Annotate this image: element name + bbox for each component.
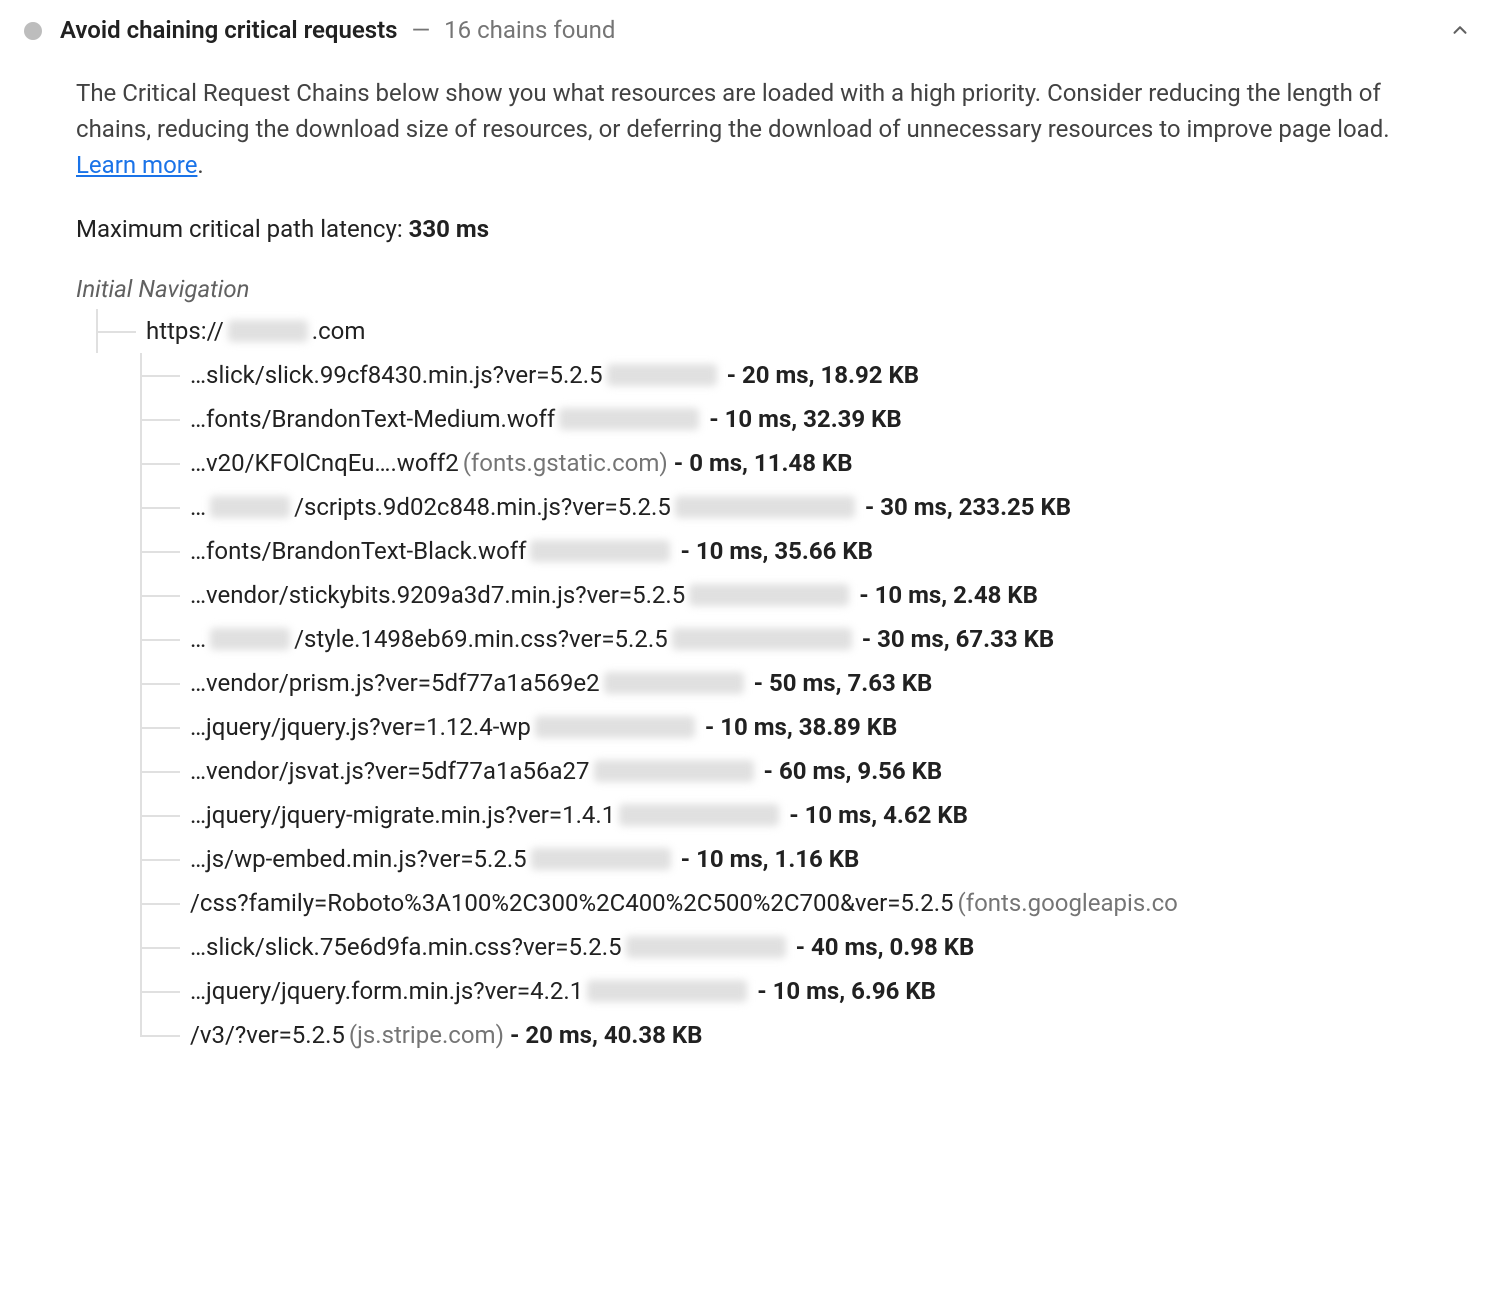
chain-row: …vendor/prism.js?ver=5df77a1a569e2xxxxxx… <box>128 661 1462 705</box>
audit-description: The Critical Request Chains below show y… <box>76 75 1436 183</box>
redacted-path-segment: xxxx <box>210 628 290 650</box>
request-metrics: - 20 ms, 18.92 KB <box>727 357 920 393</box>
max-latency-label: Maximum critical path latency: <box>76 215 409 243</box>
chain-children: …slick/slick.99cf8430.min.js?ver=5.2.5xx… <box>128 353 1462 1057</box>
chain-row: …v20/KFOlCnqEu….woff2 (fonts.gstatic.com… <box>128 441 1462 485</box>
audit-description-period: . <box>197 151 203 179</box>
chain-row: …slick/slick.99cf8430.min.js?ver=5.2.5xx… <box>128 353 1462 397</box>
request-path: …jquery/jquery-migrate.min.js?ver=1.4.1 <box>190 797 615 833</box>
request-path: …jquery/jquery.js?ver=1.12.4-wp <box>190 709 531 745</box>
chain-row: …xxxx/scripts.9d02c848.min.js?ver=5.2.5x… <box>128 485 1462 529</box>
request-path: …jquery/jquery.form.min.js?ver=4.2.1 <box>190 973 583 1009</box>
request-path: … <box>190 621 206 657</box>
request-path: …vendor/prism.js?ver=5df77a1a569e2 <box>190 665 600 701</box>
chevron-up-icon[interactable] <box>1448 18 1472 42</box>
redacted-host: xxxxxxxx <box>607 364 717 386</box>
request-metrics: - 10 ms, 2.48 KB <box>859 577 1038 613</box>
request-host: (fonts.gstatic.com) <box>463 445 668 481</box>
request-metrics: - 50 ms, 7.63 KB <box>754 665 933 701</box>
learn-more-link[interactable]: Learn more <box>76 151 197 179</box>
request-metrics: - 10 ms, 38.89 KB <box>705 709 898 745</box>
root-url-row: https://xxxx.com <box>84 309 1462 353</box>
redacted-host: xxxxxxxx <box>672 628 852 650</box>
redacted-host: xxxxxxxx <box>535 716 695 738</box>
request-path: /scripts.9d02c848.min.js?ver=5.2.5 <box>294 489 671 525</box>
chain-row: /css?family=Roboto%3A100%2C300%2C400%2C5… <box>128 881 1462 925</box>
audit-header[interactable]: Avoid chaining critical requests — 16 ch… <box>0 0 1496 57</box>
redacted-host: xxxxxxxx <box>559 408 699 430</box>
chain-row: …vendor/stickybits.9209a3d7.min.js?ver=5… <box>128 573 1462 617</box>
chain-row: …jquery/jquery-migrate.min.js?ver=1.4.1x… <box>128 793 1462 837</box>
audit-description-text: The Critical Request Chains below show y… <box>76 79 1390 143</box>
chain-row: …fonts/BrandonText-Black.woffxxxxxxxx - … <box>128 529 1462 573</box>
request-metrics: - 10 ms, 35.66 KB <box>680 533 873 569</box>
redacted-host: xxxxxxxx <box>594 760 754 782</box>
redacted-host: xxxxxxxx <box>604 672 744 694</box>
audit-title: Avoid chaining critical requests <box>60 16 398 44</box>
request-chain-tree: https://xxxx.com …slick/slick.99cf8430.m… <box>84 309 1462 1057</box>
request-metrics: - 0 ms, 11.48 KB <box>674 445 853 481</box>
chain-row: /v3/?ver=5.2.5 (js.stripe.com) - 20 ms, … <box>128 1013 1462 1057</box>
status-bullet-icon <box>24 22 42 40</box>
request-path: …fonts/BrandonText-Black.woff <box>190 533 526 569</box>
request-metrics: - 20 ms, 40.38 KB <box>510 1017 703 1053</box>
redacted-host: xxxxxxxx <box>689 584 849 606</box>
request-path: /css?family=Roboto%3A100%2C300%2C400%2C5… <box>190 885 954 921</box>
request-metrics: - 40 ms, 0.98 KB <box>796 929 975 965</box>
audit-separator: — <box>411 16 430 44</box>
redacted-host: xxxxxxxx <box>626 936 786 958</box>
request-host: (fonts.googleapis.co <box>958 885 1178 921</box>
request-metrics: - 10 ms, 1.16 KB <box>681 841 860 877</box>
chain-row: …jquery/jquery.form.min.js?ver=4.2.1xxxx… <box>128 969 1462 1013</box>
max-latency-value: 330 ms <box>409 215 489 243</box>
request-metrics: - 10 ms, 4.62 KB <box>789 797 968 833</box>
redacted-host: xxxxxxxx <box>531 848 671 870</box>
redacted-host: xxxxxxxx <box>619 804 779 826</box>
request-metrics: - 10 ms, 32.39 KB <box>709 401 902 437</box>
max-latency: Maximum critical path latency: 330 ms <box>76 211 1462 247</box>
chain-row: …jquery/jquery.js?ver=1.12.4-wpxxxxxxxx … <box>128 705 1462 749</box>
request-path: …js/wp-embed.min.js?ver=5.2.5 <box>190 841 527 877</box>
redacted-path-segment: xxxx <box>210 496 290 518</box>
chain-row: …slick/slick.75e6d9fa.min.css?ver=5.2.5x… <box>128 925 1462 969</box>
chain-row: …fonts/BrandonText-Medium.woffxxxxxxxx -… <box>128 397 1462 441</box>
request-metrics: - 30 ms, 67.33 KB <box>862 621 1055 657</box>
redacted-host: xxxxxxxx <box>530 540 670 562</box>
request-path: …slick/slick.99cf8430.min.js?ver=5.2.5 <box>190 357 603 393</box>
request-metrics: - 10 ms, 6.96 KB <box>757 973 936 1009</box>
request-path: /v3/?ver=5.2.5 <box>190 1017 345 1053</box>
request-path: …vendor/jsvat.js?ver=5df77a1a56a27 <box>190 753 590 789</box>
chain-row: …xxxx/style.1498eb69.min.css?ver=5.2.5xx… <box>128 617 1462 661</box>
audit-body: The Critical Request Chains below show y… <box>0 57 1490 1081</box>
audit-subtext: 16 chains found <box>444 16 615 44</box>
request-path: … <box>190 489 206 525</box>
redacted-host: xxxxxxxx <box>675 496 855 518</box>
request-path: …vendor/stickybits.9209a3d7.min.js?ver=5… <box>190 577 685 613</box>
redacted-host: xxxxxxxx <box>587 980 747 1002</box>
root-url-pre: https:// <box>146 313 224 349</box>
request-metrics: - 60 ms, 9.56 KB <box>764 753 943 789</box>
initial-navigation-label: Initial Navigation <box>76 271 1462 307</box>
request-path: /style.1498eb69.min.css?ver=5.2.5 <box>294 621 668 657</box>
request-path: …fonts/BrandonText-Medium.woff <box>190 401 555 437</box>
root-url-post: .com <box>312 313 366 349</box>
chain-row: …vendor/jsvat.js?ver=5df77a1a56a27xxxxxx… <box>128 749 1462 793</box>
request-path: …v20/KFOlCnqEu….woff2 <box>190 445 459 481</box>
audit-title-block: Avoid chaining critical requests — 16 ch… <box>60 12 615 48</box>
request-path: …slick/slick.75e6d9fa.min.css?ver=5.2.5 <box>190 929 622 965</box>
request-host: (js.stripe.com) <box>349 1017 504 1053</box>
request-metrics: - 30 ms, 233.25 KB <box>865 489 1071 525</box>
chain-row: …js/wp-embed.min.js?ver=5.2.5xxxxxxxx - … <box>128 837 1462 881</box>
redacted-host: xxxx <box>228 320 308 342</box>
